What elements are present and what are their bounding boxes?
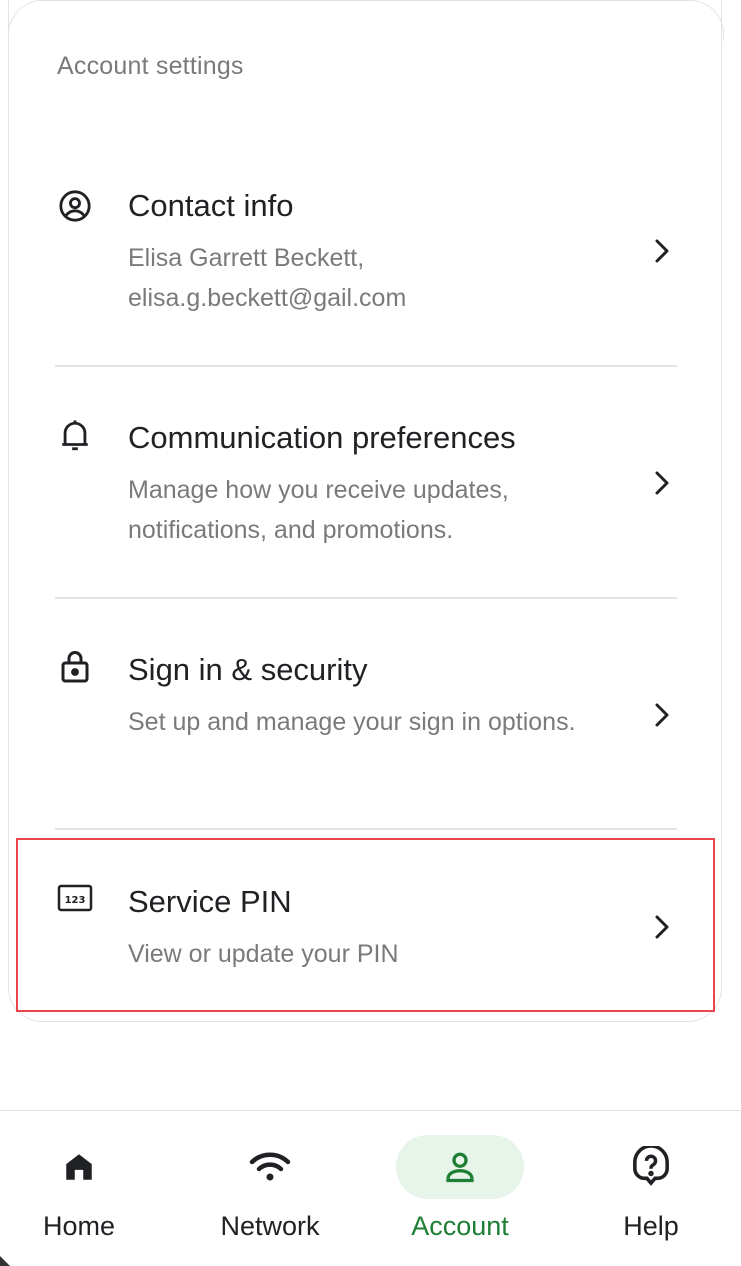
divider — [55, 365, 677, 367]
chevron-right-icon — [647, 912, 677, 942]
pin-123-icon: 123 — [55, 878, 95, 918]
sign-in-security-title: Sign in & security — [128, 652, 368, 687]
communication-preferences-title: Communication preferences — [128, 420, 516, 455]
bell-icon — [55, 416, 95, 456]
contact-info-row[interactable]: Contact info Elisa Garrett Beckett, elis… — [55, 180, 677, 320]
person-icon — [396, 1135, 524, 1199]
communication-preferences-desc: Manage how you receive updates, notifica… — [128, 476, 509, 544]
nav-item-help[interactable]: Help — [561, 1111, 741, 1266]
svg-text:123: 123 — [65, 895, 86, 906]
account-settings-card: Account settings Contact info Elisa Garr… — [7, 0, 724, 1022]
home-icon — [15, 1135, 143, 1199]
service-pin-row[interactable]: 123 Service PIN View or update your PIN — [55, 876, 677, 986]
nav-label-help: Help — [623, 1211, 679, 1241]
nav-label-account: Account — [411, 1211, 509, 1241]
divider — [55, 828, 677, 830]
nav-label-network: Network — [220, 1211, 320, 1241]
contact-info-desc: Elisa Garrett Beckett, elisa.g.beckett@g… — [128, 244, 407, 312]
lock-icon — [55, 646, 95, 686]
communication-preferences-row[interactable]: Communication preferences Manage how you… — [55, 412, 677, 552]
sign-in-security-desc: Set up and manage your sign in options. — [128, 708, 576, 736]
bottom-nav: Home Network Account Help — [0, 1110, 741, 1266]
contact-info-title: Contact info — [128, 188, 294, 223]
nav-item-account[interactable]: Account — [370, 1111, 550, 1266]
corner-mark — [0, 1256, 10, 1266]
chevron-right-icon — [647, 236, 677, 266]
divider — [55, 597, 677, 599]
nav-label-home: Home — [42, 1211, 116, 1241]
service-pin-desc: View or update your PIN — [128, 940, 399, 968]
sign-in-security-row[interactable]: Sign in & security Set up and manage you… — [55, 644, 677, 784]
wifi-icon — [206, 1135, 334, 1199]
account-circle-icon — [55, 186, 95, 226]
help-icon — [587, 1135, 715, 1199]
chevron-right-icon — [647, 700, 677, 730]
service-pin-title: Service PIN — [128, 884, 292, 919]
nav-item-home[interactable]: Home — [0, 1111, 169, 1266]
section-title: Account settings — [57, 52, 244, 80]
chevron-right-icon — [647, 468, 677, 498]
nav-item-network[interactable]: Network — [180, 1111, 360, 1266]
